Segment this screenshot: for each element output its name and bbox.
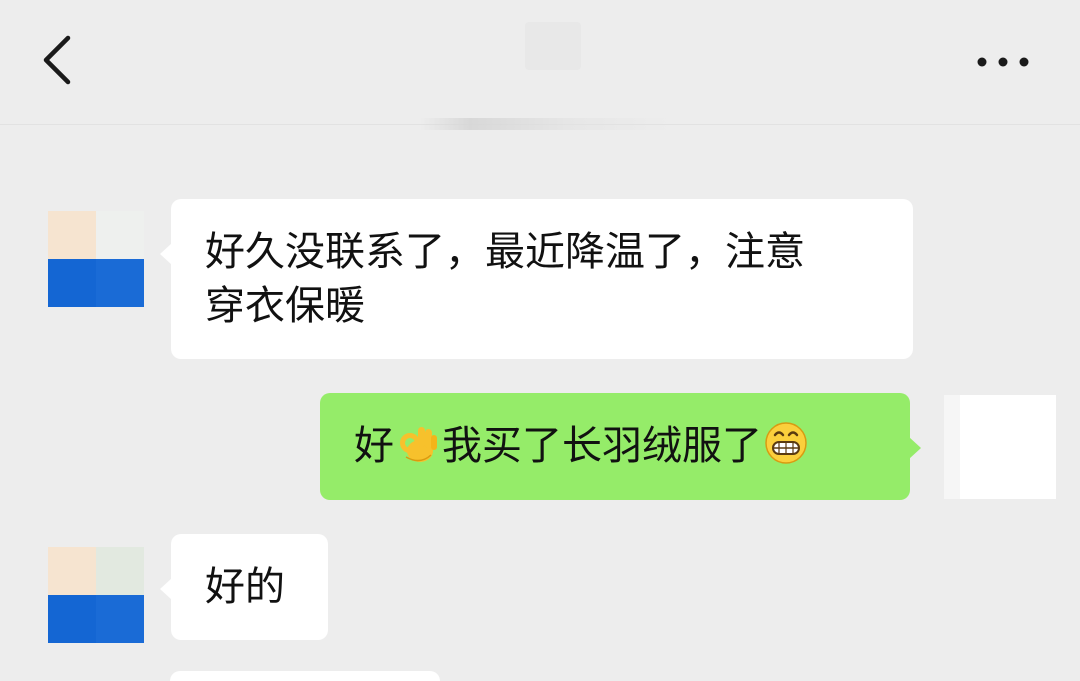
bubble-tail [160,578,172,600]
bubble-tail [160,243,172,265]
chat-title [525,22,581,70]
message-bubble-partial [170,671,440,681]
more-dots-icon [977,57,1029,67]
message-bubble-received[interactable]: 好的 [160,534,328,640]
grinning-face-emoji [765,422,807,464]
message-bubble-received[interactable]: 好久没联系了，最近降温了，注意 穿衣保暖 [160,199,913,359]
top-bar [0,0,1080,125]
contact-avatar[interactable] [48,547,144,643]
message-bubble-sent[interactable]: 好 我买了长羽绒服了 [320,393,921,500]
my-avatar[interactable] [944,395,1056,499]
chevron-left-icon [43,35,71,85]
message-text-line: 好久没联系了，最近降温了，注意 [205,229,805,275]
contact-avatar[interactable] [48,211,144,307]
back-button[interactable] [28,28,88,92]
message-text: 好 [354,423,394,469]
message-text: 好的 [205,564,285,610]
timestamp-blur [420,118,670,130]
more-button[interactable] [968,40,1038,84]
bubble-tail [909,437,921,459]
ok-hand-emoji [400,427,437,462]
message-text: 我买了长羽绒服了 [442,423,762,469]
message-text-line: 穿衣保暖 [205,283,365,329]
